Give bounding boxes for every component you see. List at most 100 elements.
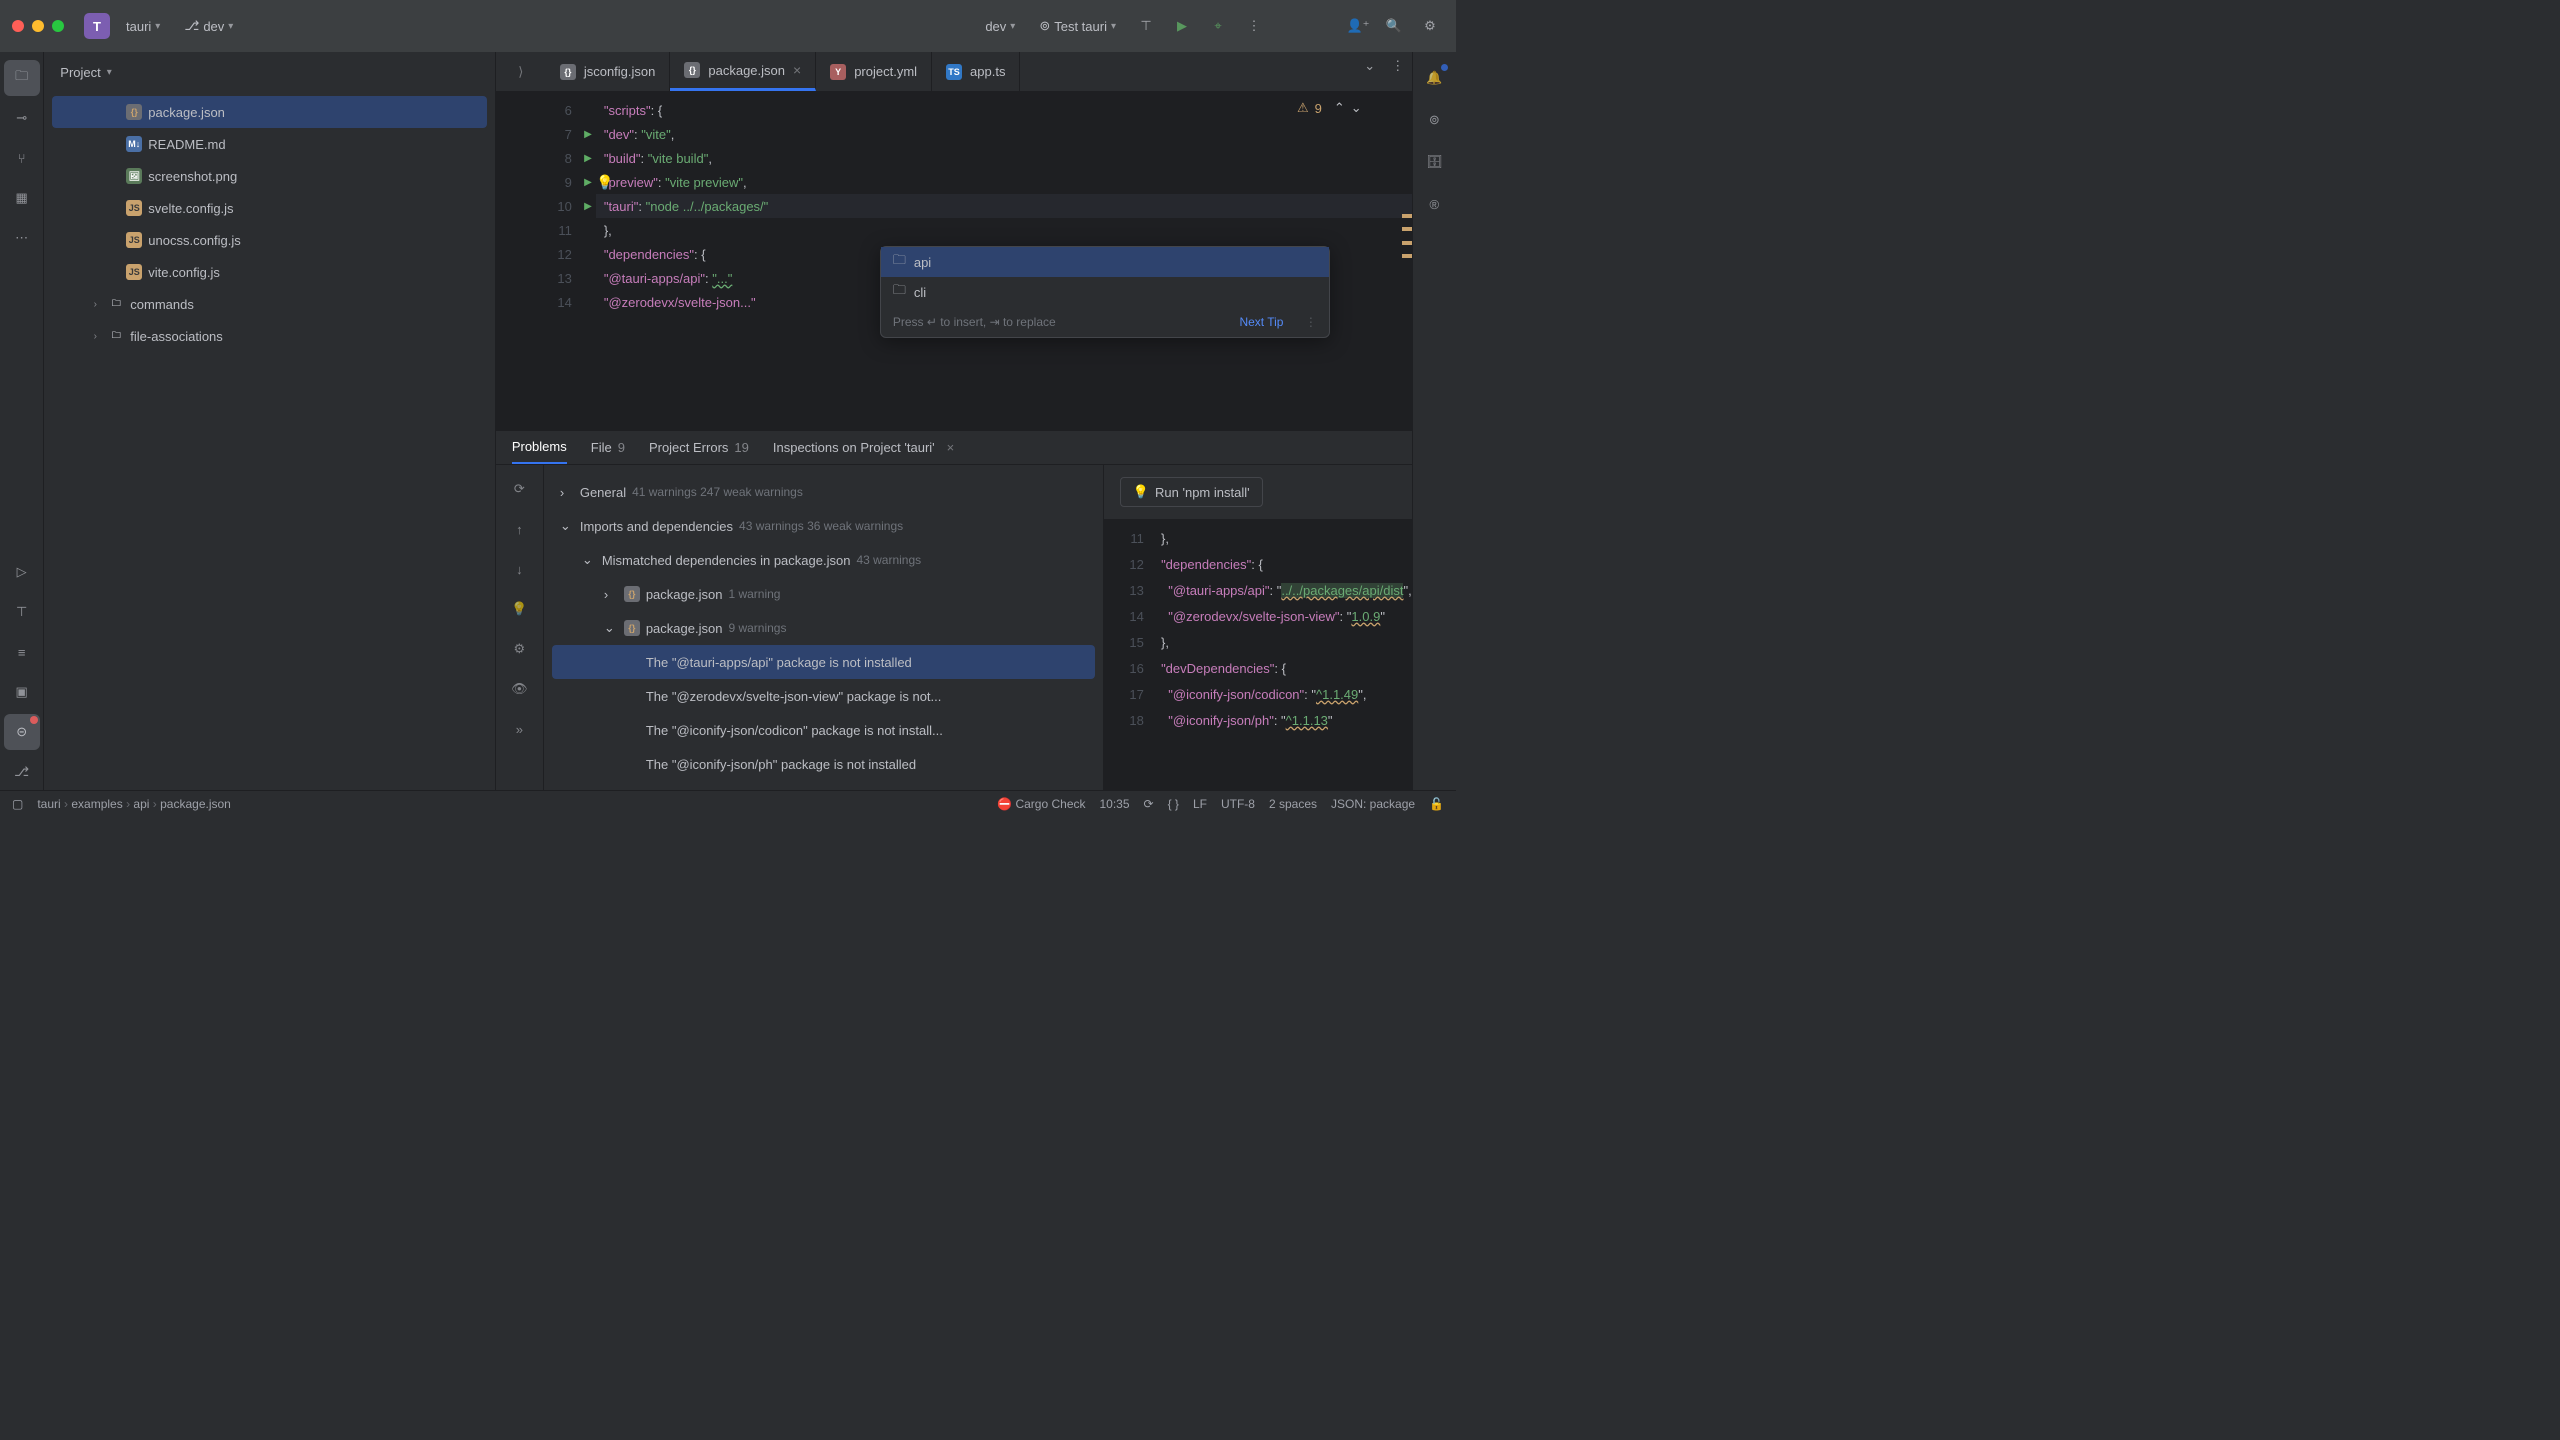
editor-tab[interactable]: {}package.json× [670,52,816,91]
sync-icon[interactable]: ⟳ [1144,797,1154,811]
breadcrumb[interactable]: tauri › examples › api › package.json [37,797,231,811]
preview-code[interactable]: 1112131415161718 }, "dependencies": { "@… [1104,519,1412,791]
problems-tab[interactable]: Project Errors19 [649,432,749,463]
code-editor[interactable]: 67▶8▶9▶💡10▶11121314 "scripts": { "dev": … [496,92,1412,430]
file-language[interactable]: JSON: package [1331,797,1415,811]
quick-fix-button[interactable]: 💡 Run 'npm install' [1120,477,1263,507]
expand-icon[interactable]: ↓ [505,555,533,583]
crumb[interactable]: api [133,797,149,811]
more-tools-icon[interactable]: ⋯ [4,220,40,256]
close-icon[interactable]: × [793,62,801,78]
project-panel-header[interactable]: Project ▾ [44,52,495,92]
next-tip-link[interactable]: Next Tip [1239,315,1283,329]
run-gutter-icon[interactable]: ▶ [584,201,592,212]
braces-icon[interactable]: { } [1168,797,1179,811]
tree-file[interactable]: JSvite.config.js [52,256,487,288]
build-icon[interactable]: ⊤ [1132,12,1160,40]
chevron-down-icon[interactable]: ⌄ [1356,52,1384,80]
database-icon[interactable]: 🗄 [1416,144,1452,180]
search-icon[interactable]: 🔍 [1380,12,1408,40]
preview-icon[interactable]: 👁 [505,675,533,703]
tree-file[interactable]: M↓README.md [52,128,487,160]
run-config-selector[interactable]: dev ▾ [977,15,1023,38]
build-tool-icon[interactable]: ⊤ [4,594,40,630]
problem-item[interactable]: ⌄Mismatched dependencies in package.json… [552,543,1095,577]
project-selector[interactable]: tauri ▾ [118,15,168,38]
run-tool-icon[interactable]: ▷ [4,554,40,590]
editor-tab[interactable]: TSapp.ts [932,52,1020,91]
autocomplete-item[interactable]: 🗀api [881,247,1329,277]
debug-icon[interactable]: ⌖ [1204,12,1232,40]
close-icon[interactable]: × [947,440,955,455]
more-icon[interactable]: ⋮ [1305,315,1317,329]
pull-request-icon[interactable]: ⑂ [4,140,40,176]
autocomplete-item[interactable]: 🗀cli [881,277,1329,307]
notifications-icon[interactable]: 🔔 [1416,60,1452,96]
minimize-window[interactable] [32,20,44,32]
settings-icon[interactable]: ⚙ [1416,12,1444,40]
ai-assistant-icon[interactable]: ⊚ [1416,102,1452,138]
editor-tab[interactable]: Yproject.yml [816,52,932,91]
bulb-icon[interactable]: 💡 [505,595,533,623]
inspection-badge[interactable]: ⚠ 9 ⌃ ⌄ [1297,100,1362,116]
cargo-check[interactable]: ⛔ Cargo Check [997,797,1085,811]
problems-tab[interactable]: Problems [512,431,567,464]
editor-tab[interactable]: {}jsconfig.json [546,52,671,91]
run-gutter-icon[interactable]: ▶ [584,153,592,164]
run-gutter-icon[interactable]: ▶ [584,129,592,140]
crumb[interactable]: package.json [160,797,231,811]
tree-file[interactable]: 🖼screenshot.png [52,160,487,192]
indent-setting[interactable]: 2 spaces [1269,797,1317,811]
caret-position[interactable]: 10:35 [1100,797,1130,811]
problem-item[interactable]: The "@tauri-apps/api" package is not ins… [552,645,1095,679]
more-icon[interactable]: ⋮ [1240,12,1268,40]
crumb[interactable]: tauri [37,797,60,811]
structure-tool-icon[interactable]: ▦ [4,180,40,216]
file-name: package.json [148,105,225,120]
todo-tool-icon[interactable]: ≡ [4,634,40,670]
git-branch[interactable]: ⎇ dev ▾ [176,14,241,38]
chevron-up-icon[interactable]: ⌃ [1334,100,1345,116]
tree-file[interactable]: JSunocss.config.js [52,224,487,256]
lock-icon[interactable]: 🔓 [1429,797,1444,811]
problems-tab[interactable]: Inspections on Project 'tauri'× [773,432,954,463]
problems-tab[interactable]: File9 [591,432,625,463]
crumb[interactable]: examples [71,797,122,811]
test-config-selector[interactable]: ⊚ Test tauri ▾ [1031,14,1124,38]
close-window[interactable] [12,20,24,32]
settings-icon[interactable]: ⚙ [505,635,533,663]
problem-item[interactable]: ›General 41 warnings 247 weak warnings [552,475,1095,509]
chevron-down-icon[interactable]: ⌄ [1351,100,1362,116]
tree-file[interactable]: JSsvelte.config.js [52,192,487,224]
more-icon[interactable]: ⋮ [1384,52,1412,80]
problem-item[interactable]: The "@iconify-json/codicon" package is n… [552,713,1095,747]
tree-folder[interactable]: ›🗀commands [52,288,487,320]
problem-item[interactable]: ⌄{}package.json 9 warnings [552,611,1095,645]
line-ending[interactable]: LF [1193,797,1207,811]
run-icon[interactable]: ▶ [1168,12,1196,40]
problems-tree[interactable]: ›General 41 warnings 247 weak warnings⌄I… [544,465,1104,791]
problem-item[interactable]: The "@iconify-json/ph" package is not in… [552,747,1095,781]
terminal-tool-icon[interactable]: ▣ [4,674,40,710]
rust-icon[interactable]: ® [1416,186,1452,222]
encoding[interactable]: UTF-8 [1221,797,1255,811]
code-with-me-icon[interactable]: 👤⁺ [1344,12,1372,40]
commit-tool-icon[interactable]: ⊸ [4,100,40,136]
refresh-icon[interactable]: ⟳ [505,475,533,503]
problem-item[interactable]: ⌄Imports and dependencies 43 warnings 36… [552,509,1095,543]
bulb-icon[interactable]: 💡 [596,174,613,191]
run-gutter-icon[interactable]: ▶ [584,177,592,188]
project-tool-icon[interactable]: 🗀 [4,60,40,96]
more-down-icon[interactable]: » [505,715,533,743]
git-tool-icon[interactable]: ⎇ [4,754,40,790]
project-badge[interactable]: T [84,13,110,39]
collapse-icon[interactable]: ↑ [505,515,533,543]
problems-tool-icon[interactable]: ⊝ [4,714,40,750]
tree-folder[interactable]: ›🗀file-associations [52,320,487,352]
overflow-icon[interactable]: ⟩ [496,52,546,91]
tree-file[interactable]: {}package.json [52,96,487,128]
zoom-window[interactable] [52,20,64,32]
problem-item[interactable]: The "@zerodevx/svelte-json-view" package… [552,679,1095,713]
problem-item[interactable]: ›{}package.json 1 warning [552,577,1095,611]
project-tree[interactable]: {}package.jsonM↓README.md🖼screenshot.png… [44,92,495,356]
